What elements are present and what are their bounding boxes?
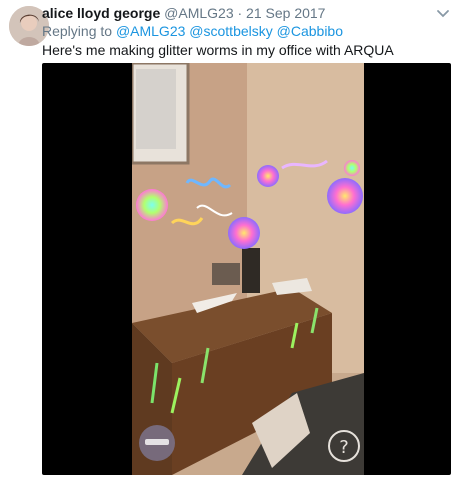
author-name[interactable]: alice lloyd george [42, 5, 160, 21]
author-handle-date[interactable]: @AMLG23 · 21 Sep 2017 [164, 5, 325, 21]
video-player[interactable]: ? [42, 63, 451, 475]
replying-prefix: Replying to [42, 23, 116, 39]
replying-to: Replying to @AMLG23 @scottbelsky @Cabbib… [42, 22, 343, 40]
tweet-header: alice lloyd george @AMLG23 · 21 Sep 2017 [42, 4, 325, 22]
video-scene [132, 63, 364, 475]
svg-text:?: ? [339, 437, 349, 458]
question-mark-icon[interactable]: ? [327, 429, 361, 463]
tweet-text: Here's me making glitter worms in my off… [42, 42, 394, 58]
replying-to-handles[interactable]: @AMLG23 @scottbelsky @Cabbibo [116, 23, 343, 39]
chevron-down-icon[interactable] [436, 6, 450, 18]
video-frame [132, 63, 364, 475]
